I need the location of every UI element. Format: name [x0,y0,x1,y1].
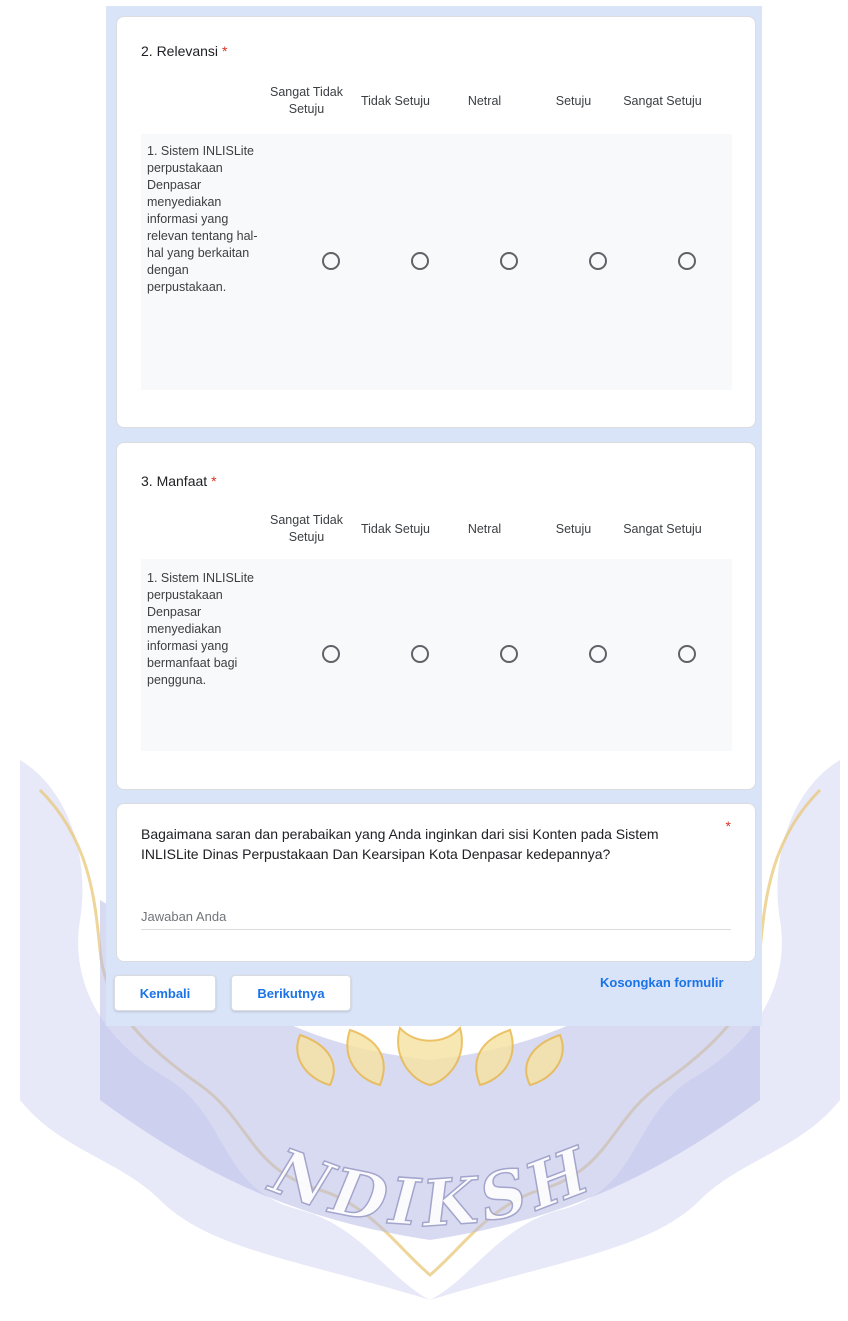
column-header: Tidak Setuju [360,521,431,536]
grid-row: 1. Sistem INLISLite perpustakaan Denpasa… [141,559,732,751]
radio-sangat-tidak-setuju[interactable] [321,252,340,270]
question-title: Bagaimana saran dan perabaikan yang Anda… [141,826,659,862]
required-asterisk: * [222,43,228,59]
column-header: Netral [467,93,502,108]
open-question-card: Bagaimana saran dan perabaikan yang Anda… [116,803,756,962]
radio-group [286,252,731,270]
column-header: Sangat Setuju [623,93,702,108]
row-label: 1. Sistem INLISLite perpustakaan Denpasa… [147,144,258,294]
required-asterisk: * [725,818,731,834]
radio-sangat-setuju[interactable] [677,252,696,270]
grid-row: 1. Sistem INLISLite perpustakaan Denpasa… [141,134,732,390]
required-asterisk: * [211,473,217,489]
column-header: Netral [467,521,502,536]
question-title: 3. Manfaat * [141,473,217,489]
radio-netral[interactable] [499,645,518,663]
row-label: 1. Sistem INLISLite perpustakaan Denpasa… [147,571,254,687]
clear-form-button[interactable]: Kosongkan formulir [600,975,724,990]
question-title: 2. Relevansi * [141,43,228,59]
radio-netral[interactable] [499,252,518,270]
back-button[interactable]: Kembali [114,975,216,1011]
column-header: Sangat Setuju [623,521,702,536]
column-header: Tidak Setuju [360,93,431,108]
answer-input[interactable] [141,903,731,930]
radio-setuju[interactable] [588,645,607,663]
grid-column-headers: Sangat Tidak Setuju Tidak Setuju Netral … [262,507,707,551]
radio-sangat-tidak-setuju[interactable] [321,645,340,663]
radio-group [286,645,731,663]
question-card-relevansi: 2. Relevansi * Sangat Tidak Setuju Tidak … [116,16,756,428]
column-header: Sangat Tidak Setuju [270,85,343,116]
next-button[interactable]: Berikutnya [231,975,351,1011]
grid-column-headers: Sangat Tidak Setuju Tidak Setuju Netral … [262,79,707,123]
radio-tidak-setuju[interactable] [410,645,429,663]
radio-sangat-setuju[interactable] [677,645,696,663]
column-header: Setuju [555,521,592,536]
column-header: Setuju [555,93,592,108]
question-card-manfaat: 3. Manfaat * Sangat Tidak Setuju Tidak Se… [116,442,756,790]
radio-setuju[interactable] [588,252,607,270]
radio-tidak-setuju[interactable] [410,252,429,270]
column-header: Sangat Tidak Setuju [270,513,343,544]
